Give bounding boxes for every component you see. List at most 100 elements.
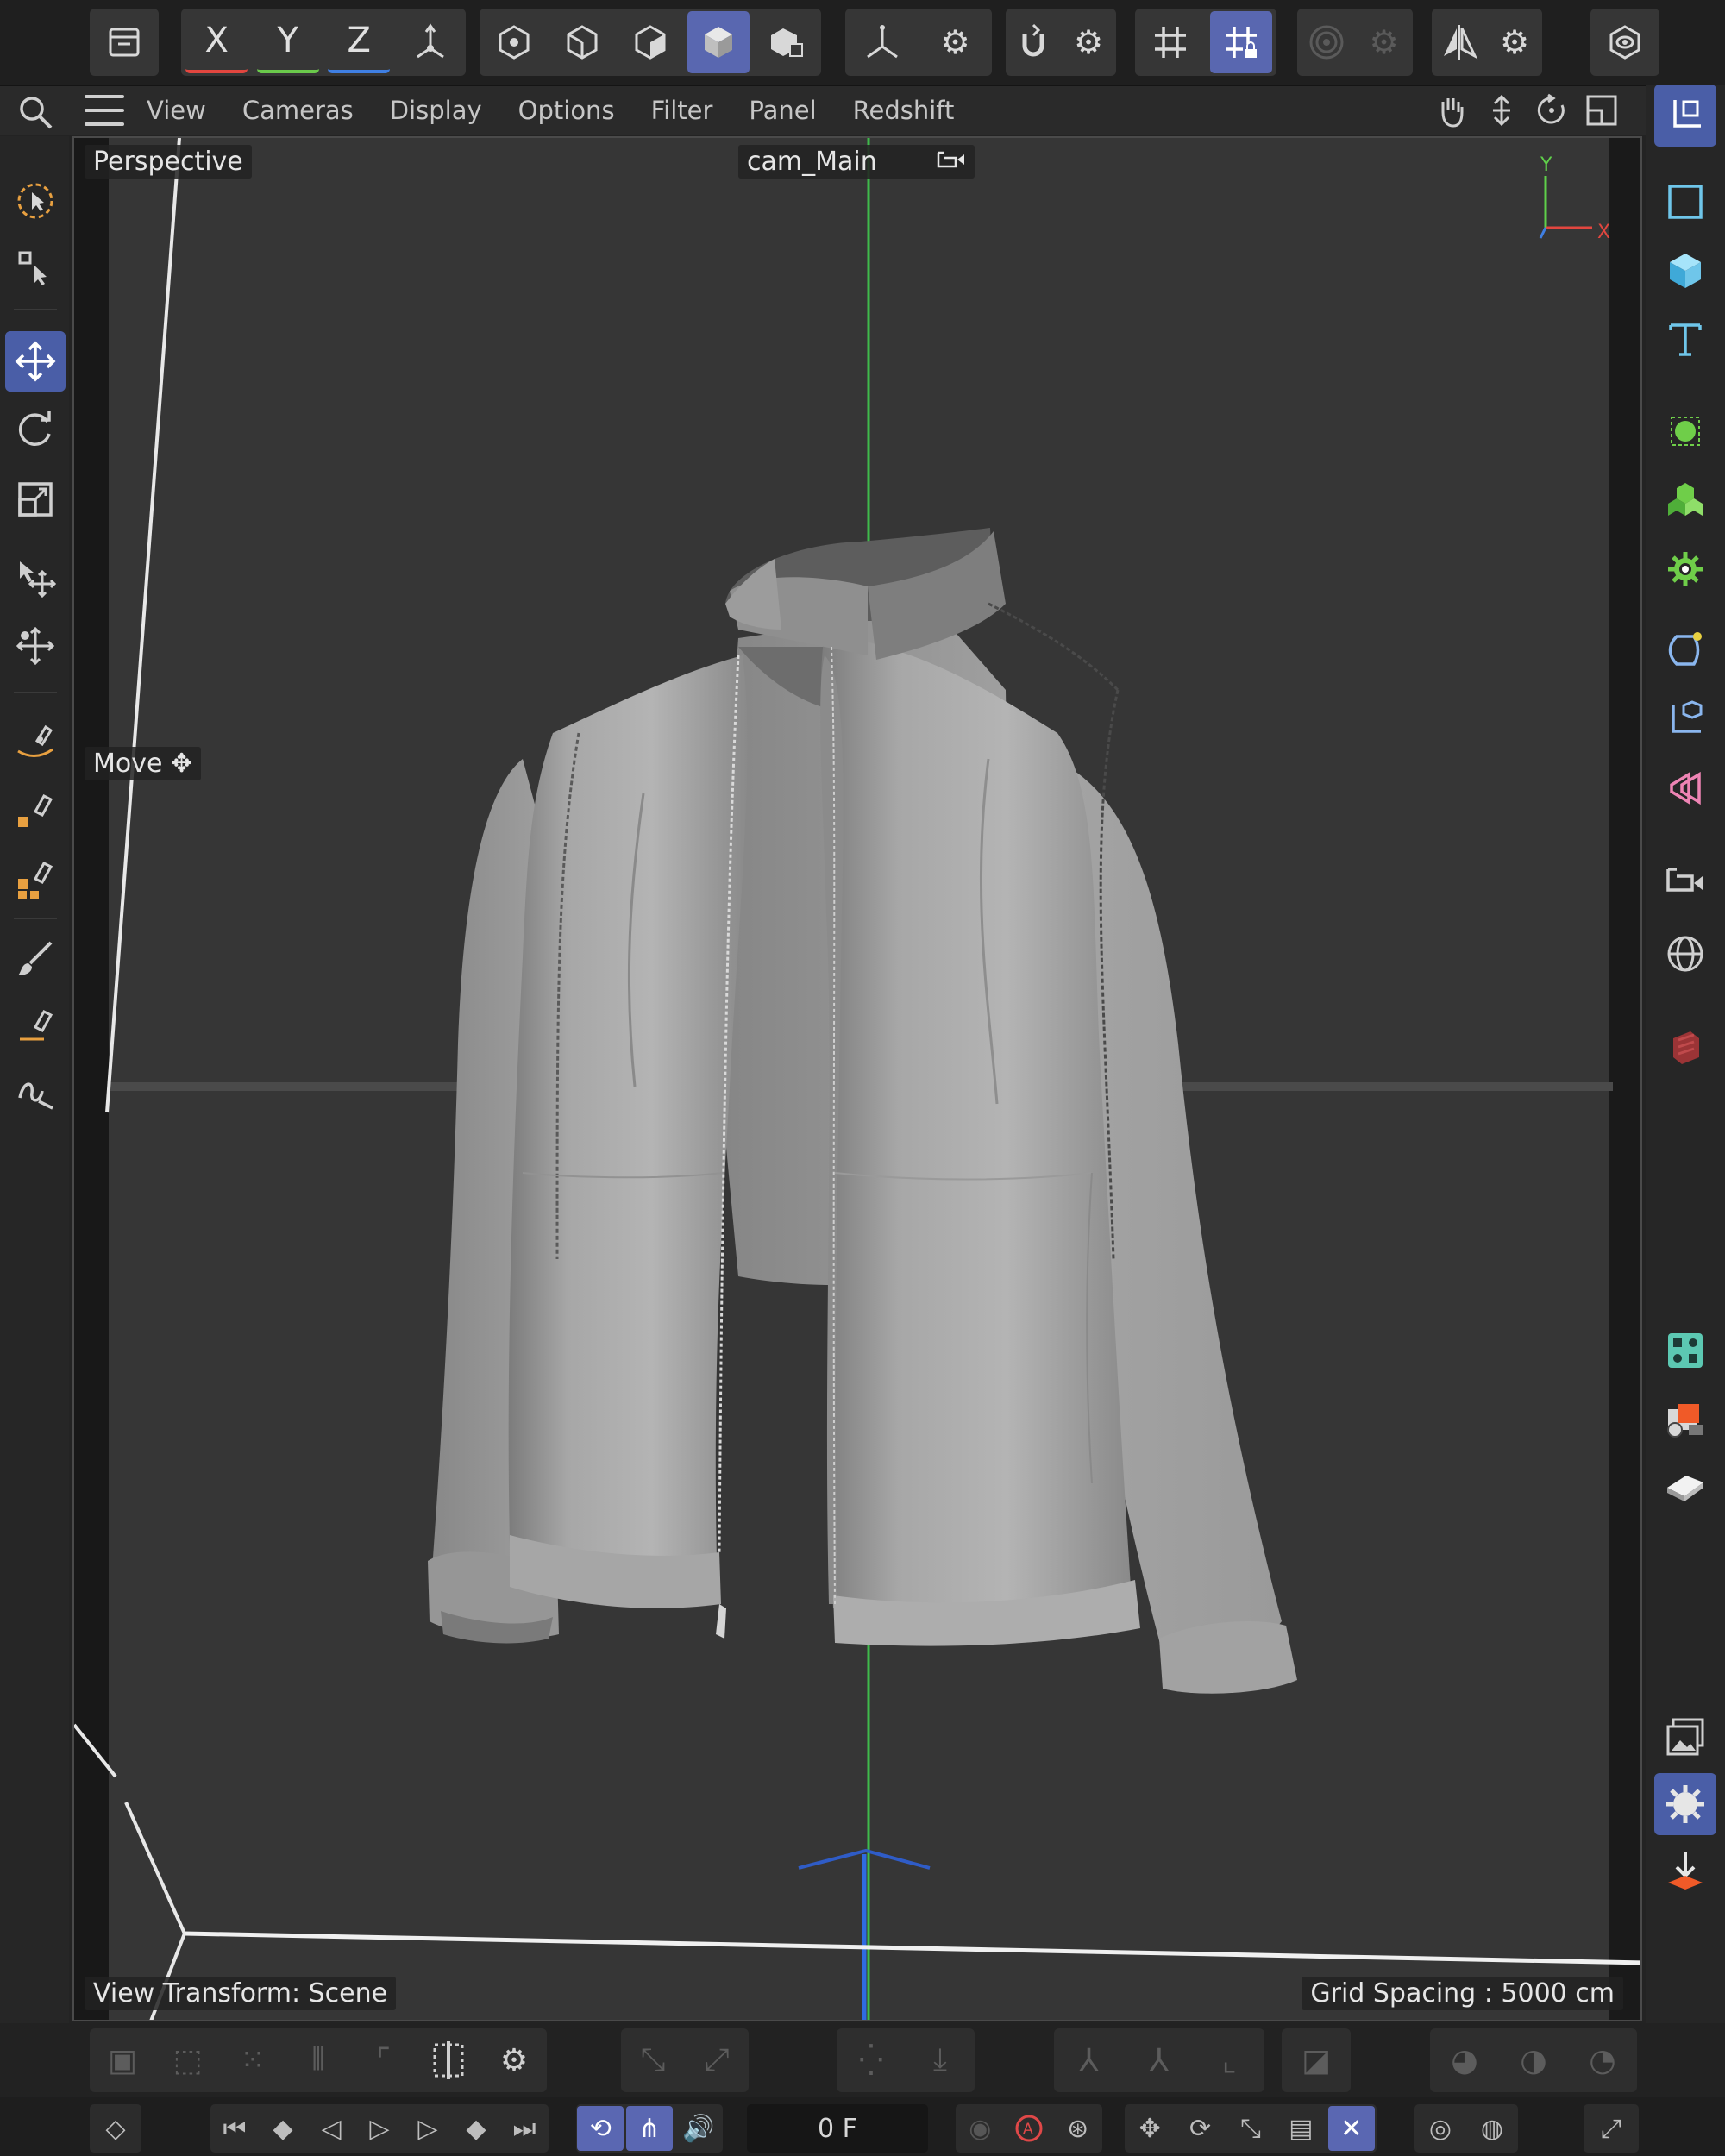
drop-to-floor-icon[interactable]: ⤓ [913,2033,968,2088]
axis-center-icon[interactable]: ⅄ [1062,2033,1117,2088]
snap-settings-icon[interactable]: ⚙ [1063,11,1114,73]
key-scale-icon[interactable]: ⤡ [1227,2106,1274,2151]
simulation-icon[interactable] [1654,757,1716,819]
loop-icon[interactable]: ⟲ [577,2106,624,2151]
spline-sketch-icon[interactable] [5,1062,66,1123]
mirror-tool-icon[interactable]: ⫴ [291,2033,346,2088]
record-icon[interactable]: ◉ [957,2106,1003,2151]
soft-selection-settings-icon[interactable]: ⚙ [1358,11,1411,73]
soft-selection-icon[interactable] [1300,11,1353,73]
selection-filter-icon[interactable]: ⬚ [160,2033,216,2088]
next-frame-icon[interactable]: ▷ [405,2106,451,2151]
axis-z-lock-button[interactable]: Z [328,11,391,73]
coordinate-system-icon[interactable] [399,11,461,73]
selection-tools-icon[interactable] [5,238,66,298]
undo-history-icon[interactable] [93,11,155,73]
transform-icon[interactable] [5,547,66,607]
floor-icon[interactable] [1654,1454,1716,1516]
play-icon[interactable]: ▷ [356,2106,403,2151]
axis-mode-icon[interactable] [851,11,913,73]
view-name-label[interactable]: Perspective [85,145,252,179]
point-cloud-icon[interactable]: ⁛ [844,2033,899,2088]
render-region-icon[interactable]: ◪ [1289,2033,1344,2088]
menu-redshift[interactable]: Redshift [853,91,955,129]
points-select-icon[interactable]: ⁙ [225,2033,280,2088]
sound-icon[interactable]: 🔊 [675,2106,722,2151]
edges-mode-icon[interactable] [551,11,613,73]
timeline-expand-icon[interactable]: ⤢ [1588,2106,1634,2151]
previous-key-icon[interactable]: ◆ [260,2106,306,2151]
symmetry-icon[interactable] [1433,11,1485,73]
snap-icon[interactable] [1007,11,1059,73]
axis-x-lock-button[interactable]: X [185,11,248,73]
menu-view[interactable]: View [147,91,206,129]
uv-relax-icon[interactable]: ⤡ [625,2033,681,2088]
render-output-icon[interactable] [1654,1840,1716,1902]
spline-group-icon[interactable] [5,849,66,909]
uv-fit-icon[interactable]: ⤢ [689,2033,744,2088]
menu-panel[interactable]: Panel [749,91,816,129]
spline-smooth-icon[interactable] [5,995,66,1056]
axis-reset-icon[interactable]: ⌞ [1201,2033,1257,2088]
key-rotation-icon[interactable]: ⟳ [1177,2106,1224,2151]
key-position-icon[interactable]: ✥ [1126,2106,1173,2151]
text-object-icon[interactable] [1654,307,1716,369]
cloner-icon[interactable] [1654,469,1716,531]
material-manager-icon[interactable] [1654,1387,1716,1449]
object-mode-icon[interactable]: ▣ [95,2033,150,2088]
material-color-icon[interactable]: ◔ [1575,2033,1630,2088]
frame-rate-icon[interactable]: ⋔ [625,2106,673,2151]
texture-mode-icon[interactable] [756,11,818,73]
camera-icon[interactable] [1654,849,1716,911]
dolly-icon[interactable] [1477,90,1527,131]
cube-primitive-icon[interactable] [1654,240,1716,302]
go-to-end-icon[interactable]: ⏭ [501,2106,548,2151]
rotate-icon[interactable] [5,400,66,461]
spline-pen-icon[interactable] [5,711,66,771]
previous-frame-icon[interactable]: ◁ [308,2106,354,2151]
symmetry-plane-icon[interactable] [421,2033,476,2088]
grid-snap-icon[interactable] [1139,11,1201,73]
axis-y-lock-button[interactable]: Y [256,11,319,73]
viewport-menu-icon[interactable] [85,95,124,126]
modeling-settings-icon[interactable]: ⚙ [486,2033,542,2088]
motion-system-icon[interactable]: ◎ [1417,2106,1464,2151]
redshift-object-icon[interactable] [1654,1016,1716,1078]
subdivision-generator-icon[interactable] [1654,400,1716,462]
material-shade-icon[interactable]: ◑ [1506,2033,1561,2088]
model-mode-icon[interactable] [687,11,750,73]
scale-icon[interactable] [5,469,66,530]
symmetry-settings-icon[interactable]: ⚙ [1489,11,1540,73]
pan-hand-icon[interactable] [1427,90,1477,131]
go-to-start-icon[interactable]: ⏮ [211,2106,258,2151]
polygons-mode-icon[interactable] [619,11,681,73]
workplane-lock-icon[interactable] [1210,11,1272,73]
render-settings-icon[interactable] [1654,1773,1716,1835]
keyframe-diamond-icon[interactable]: ◇ [92,2106,139,2151]
next-key-icon[interactable]: ◆ [453,2106,499,2151]
motion-clip-icon[interactable]: ◍ [1469,2106,1515,2151]
search-icon[interactable] [7,90,64,135]
sky-environment-icon[interactable] [1654,923,1716,985]
orbit-icon[interactable] [1527,90,1577,131]
menu-display[interactable]: Display [390,91,482,129]
multi-transform-icon[interactable] [5,616,66,676]
menu-options[interactable]: Options [518,91,615,129]
extrude-tool-icon[interactable]: ⌜ [356,2033,411,2088]
object-manager-icon[interactable] [1654,1319,1716,1382]
perspective-viewport[interactable]: Perspective cam_Main Move ✥ View Transfo… [72,136,1642,2021]
menu-cameras[interactable]: Cameras [242,91,354,129]
toggle-layout-icon[interactable] [1577,90,1627,131]
move-icon[interactable] [5,331,66,392]
autokey-icon[interactable]: A [1006,2106,1052,2151]
deformer-icon[interactable] [1654,619,1716,681]
spline-point-icon[interactable] [5,780,66,840]
rectangle-primitive-icon[interactable] [1654,171,1716,233]
current-frame-field[interactable]: 0 F [747,2104,928,2153]
key-point-level-icon[interactable]: ✕ [1327,2106,1375,2151]
axis-align-icon[interactable]: ⅄ [1132,2033,1187,2088]
render-view-icon[interactable] [1654,1706,1716,1768]
key-settings-icon[interactable]: ⊛ [1055,2106,1101,2151]
menu-filter[interactable]: Filter [651,91,713,129]
view-settings-icon[interactable] [1594,11,1656,73]
